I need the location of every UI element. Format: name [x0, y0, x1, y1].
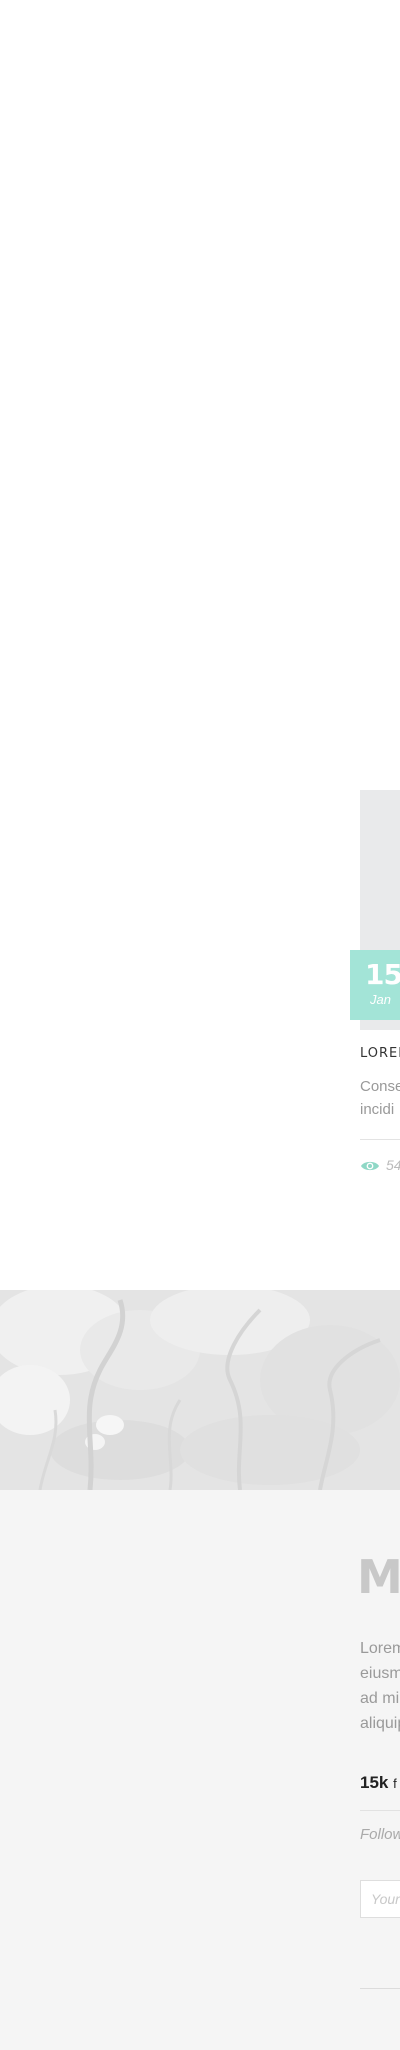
follow-section: M Lorem eiusm ad mir aliquip 15k f Follo…	[0, 1490, 400, 2050]
post-excerpt: Conse incidi	[360, 1075, 400, 1121]
post-excerpt-line: Conse	[360, 1078, 400, 1095]
post-excerpt-line: incidi	[360, 1101, 395, 1118]
post-divider	[360, 1139, 400, 1140]
date-month: Jan	[370, 992, 391, 1007]
tree-banner-illustration	[0, 1290, 400, 1490]
follow-heading: M	[357, 1550, 400, 1604]
follow-divider	[360, 1810, 400, 1811]
follower-count-value: 15k	[360, 1773, 389, 1792]
blog-post-card[interactable]: 15 Jan LOREM Conse incidi 54	[350, 790, 400, 1190]
follower-count-unit: f	[393, 1776, 397, 1791]
follow-description: Lorem eiusm ad mir aliquip	[360, 1640, 400, 1732]
email-field[interactable]	[360, 1880, 400, 1918]
parallax-banner-image	[0, 1290, 400, 1490]
blog-section: 15 Jan LOREM Conse incidi 54	[0, 0, 400, 1290]
post-title[interactable]: LOREM	[360, 1046, 400, 1061]
bottom-divider	[360, 1988, 400, 1989]
eye-icon	[361, 1161, 379, 1171]
date-day: 15	[365, 958, 400, 991]
date-badge: 15 Jan	[350, 950, 400, 1020]
views-count: 54	[386, 1157, 400, 1173]
follower-count: 15k f	[360, 1773, 397, 1793]
follow-caption: Follow	[360, 1826, 400, 1843]
